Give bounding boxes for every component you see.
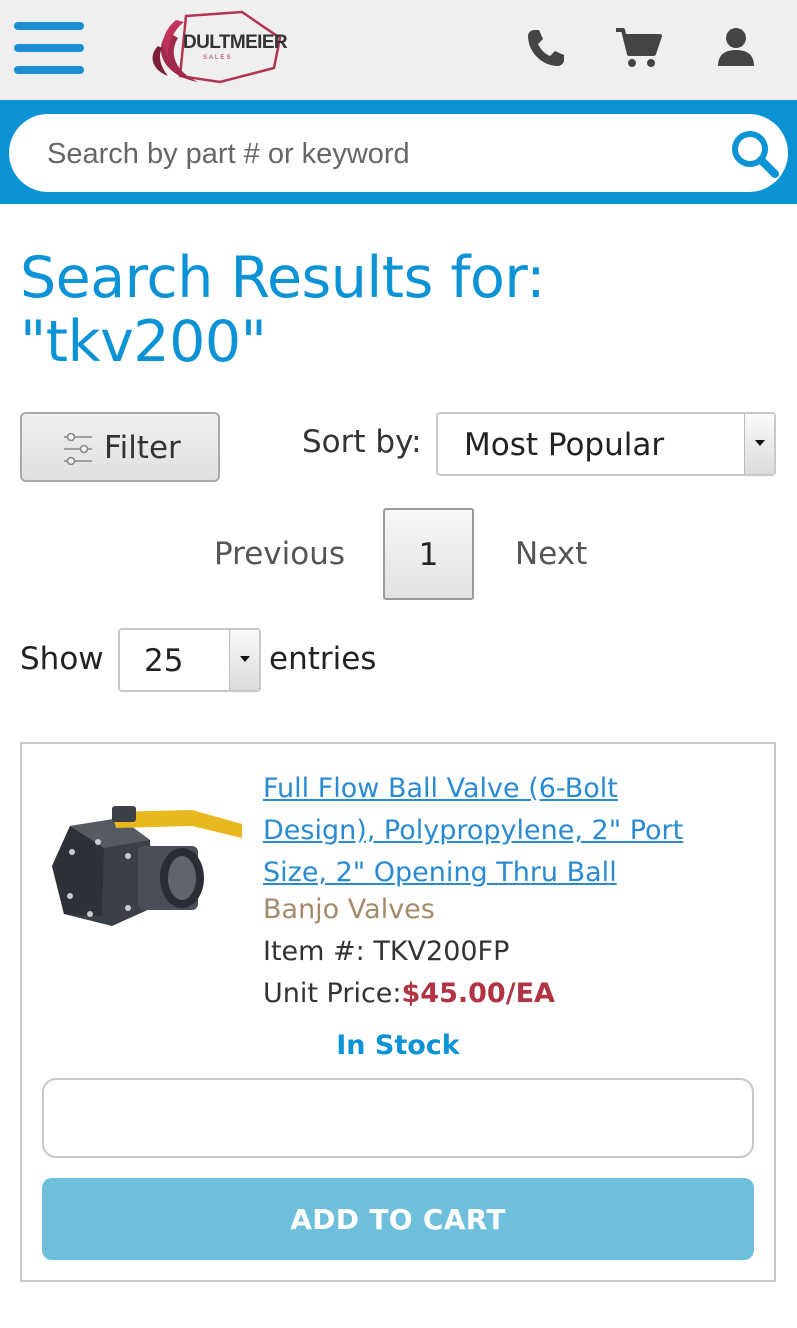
- chevron-down-icon: [229, 630, 259, 690]
- site-header: DULTMEIER SALES: [0, 0, 797, 100]
- search-icon[interactable]: [727, 126, 783, 182]
- logo-wordmark: DULTMEIER: [183, 32, 288, 53]
- user-icon[interactable]: [712, 24, 760, 72]
- entries-label: entries: [269, 641, 377, 677]
- product-title-link[interactable]: Full Flow Ball Valve (6-Bolt Design), Po…: [263, 768, 733, 894]
- page-title: Search Results for: "tkv200": [20, 245, 545, 375]
- product-price: $45.00/EA: [401, 978, 555, 1009]
- sort-selected-value: Most Popular: [464, 427, 665, 463]
- pagination-next[interactable]: Next: [515, 536, 587, 572]
- show-label: Show: [20, 641, 104, 677]
- price-label: Unit Price:: [263, 978, 402, 1009]
- product-item-number: Item #: TKV200FP: [263, 936, 510, 967]
- add-to-cart-label: ADD TO CART: [290, 1202, 506, 1236]
- product-price-row: Unit Price:$45.00/EA: [263, 978, 555, 1009]
- product-image[interactable]: [42, 796, 246, 936]
- product-card: Full Flow Ball Valve (6-Bolt Design), Po…: [20, 742, 776, 1282]
- phone-icon[interactable]: [522, 24, 570, 72]
- search-box: [9, 114, 788, 192]
- sort-label: Sort by:: [302, 424, 422, 460]
- logo-subtext: SALES: [203, 55, 233, 61]
- menu-icon[interactable]: [14, 22, 86, 76]
- entries-selected-value: 25: [144, 643, 184, 679]
- cart-icon[interactable]: [614, 24, 662, 72]
- sliders-icon: [64, 432, 92, 466]
- search-input[interactable]: [47, 134, 707, 174]
- quantity-input[interactable]: [42, 1078, 754, 1158]
- add-to-cart-button[interactable]: ADD TO CART: [42, 1178, 754, 1260]
- pagination-page-current[interactable]: 1: [383, 508, 474, 600]
- filter-label: Filter: [104, 430, 181, 466]
- sort-select[interactable]: Most Popular: [436, 412, 776, 476]
- filter-button[interactable]: Filter: [20, 412, 220, 482]
- pagination-page-number: 1: [418, 537, 439, 573]
- product-brand: Banjo Valves: [263, 894, 435, 925]
- entries-select[interactable]: 25: [118, 628, 261, 692]
- chevron-down-icon: [744, 414, 774, 474]
- stock-status: In Stock: [336, 1030, 460, 1061]
- pagination-previous[interactable]: Previous: [214, 536, 345, 572]
